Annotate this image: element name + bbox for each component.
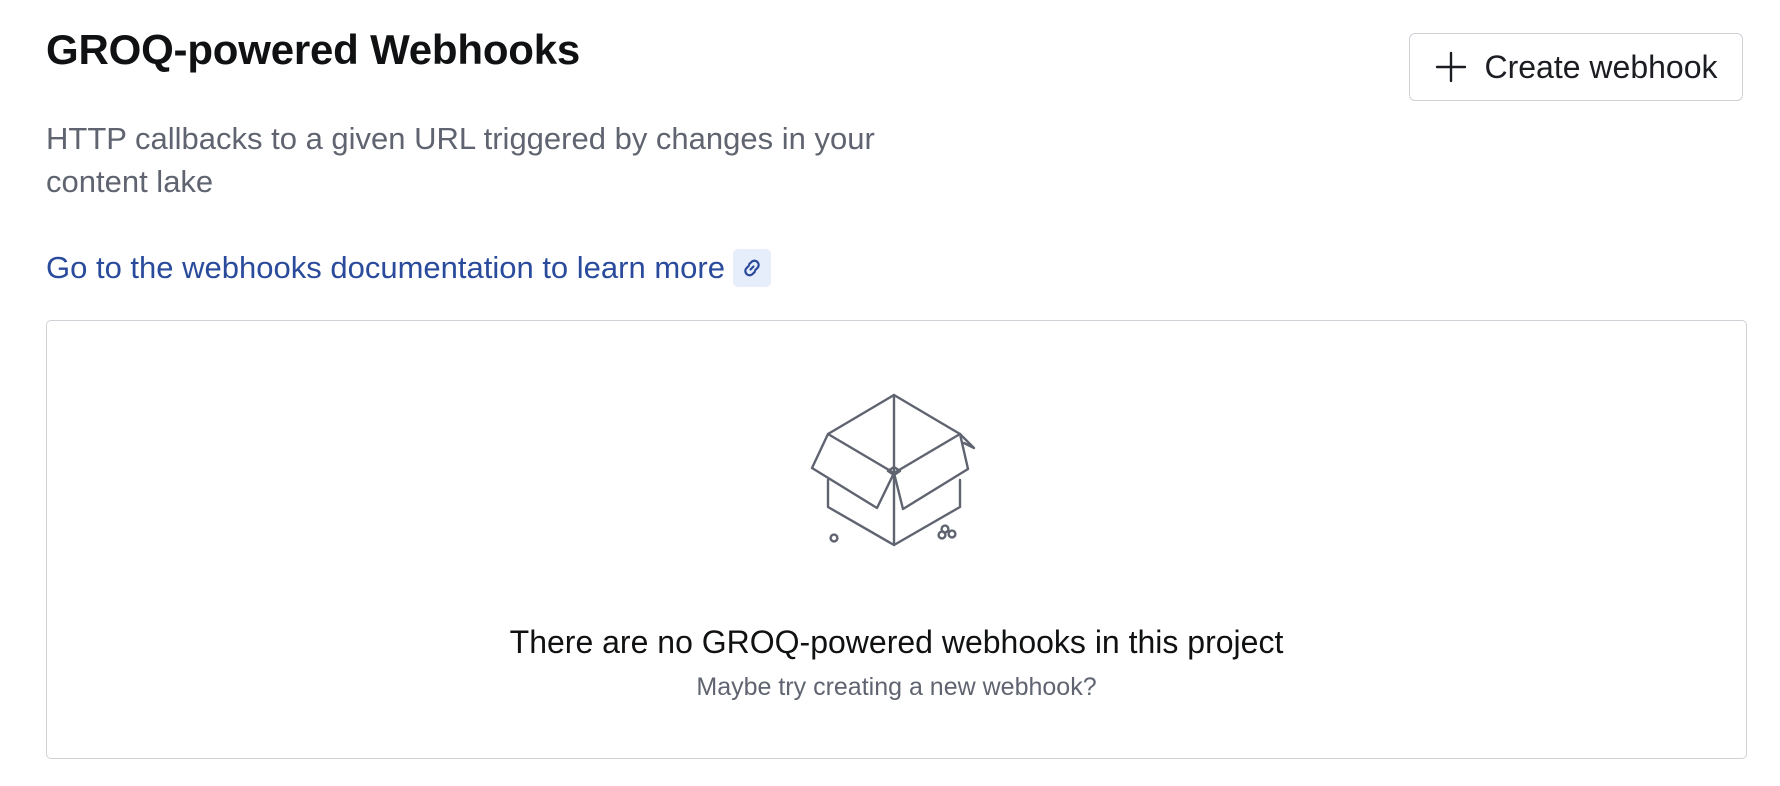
empty-state-title: There are no GROQ-powered webhooks in th… <box>509 624 1284 660</box>
documentation-link-label: Go to the webhooks documentation to lear… <box>46 250 725 285</box>
empty-state-panel: There are no GROQ-powered webhooks in th… <box>46 320 1747 759</box>
page-title: GROQ-powered Webhooks <box>46 26 581 73</box>
webhooks-documentation-link[interactable]: Go to the webhooks documentation to lear… <box>46 246 771 290</box>
page-description: HTTP callbacks to a given URL triggered … <box>46 121 875 199</box>
create-webhook-button[interactable]: Create webhook <box>1409 33 1743 101</box>
link-icon <box>732 249 771 287</box>
open-box-icon <box>810 393 990 563</box>
plus-icon <box>1434 50 1468 84</box>
empty-state-hint: Maybe try creating a new webhook? <box>696 673 1097 701</box>
create-webhook-button-label: Create webhook <box>1484 48 1718 85</box>
